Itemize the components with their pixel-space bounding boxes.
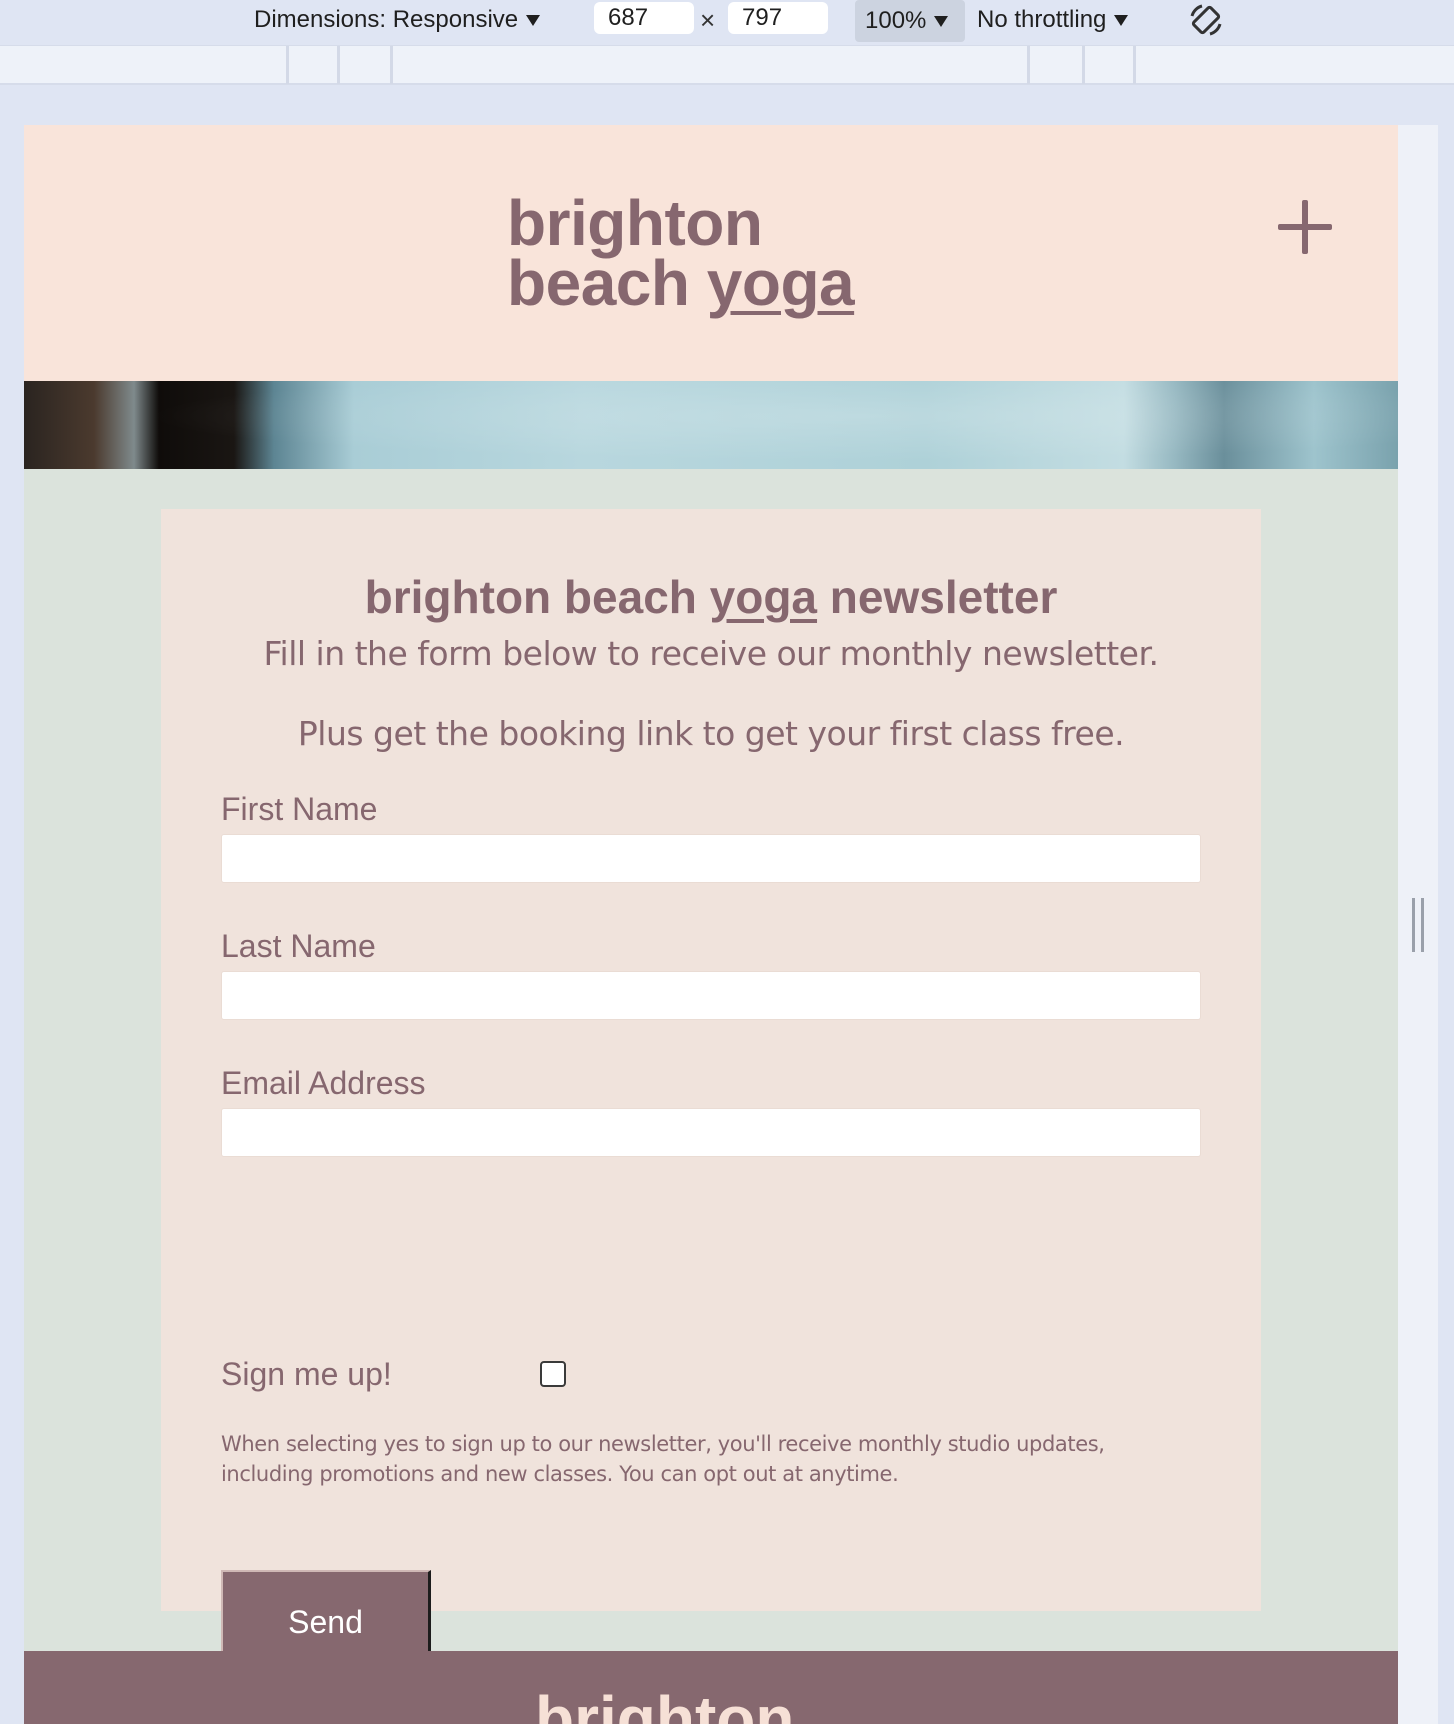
ruler-segment[interactable] (1082, 46, 1085, 84)
height-input[interactable]: 797 (728, 2, 828, 34)
ruler-segment[interactable] (1133, 46, 1136, 84)
rotate-icon[interactable] (1188, 2, 1224, 38)
plus-icon[interactable] (1278, 200, 1332, 254)
newsletter-card: brighton beach yoga newsletter Fill in t… (161, 509, 1261, 1675)
site-logo[interactable]: brighton beach yoga (507, 187, 855, 315)
site-footer: brighton (24, 1651, 1398, 1724)
ruler-segment[interactable] (337, 46, 340, 84)
hero-image (24, 381, 1398, 469)
email-label: Email Address (221, 1065, 426, 1101)
first-name-field[interactable] (221, 834, 1201, 883)
newsletter-subtitle: Fill in the form below to receive our mo… (263, 634, 1159, 673)
throttling-label: No throttling (977, 6, 1107, 33)
caret-down-icon (526, 14, 541, 26)
footer-logo[interactable]: brighton (535, 1687, 794, 1724)
ruler-segment[interactable] (286, 46, 289, 84)
page-viewport: brighton beach yoga brighton beach yoga … (24, 125, 1398, 1724)
logo-beach: beach (507, 247, 707, 319)
logo-line-1: brighton (507, 187, 763, 259)
resize-handle[interactable] (1412, 898, 1424, 952)
throttling-dropdown[interactable]: No throttling (977, 0, 1129, 40)
signup-label: Sign me up! (221, 1356, 392, 1392)
last-name-field[interactable] (221, 971, 1201, 1020)
zoom-label: 100% (865, 7, 927, 34)
first-name-label: First Name (221, 791, 378, 827)
dimensions-label: Dimensions: Responsive (254, 6, 519, 33)
zoom-dropdown[interactable]: 100% (855, 0, 965, 42)
caret-down-icon (934, 15, 949, 27)
dimensions-dropdown[interactable]: Dimensions: Responsive (254, 0, 541, 40)
title-part: newsletter (817, 571, 1058, 623)
title-part: brighton beach (364, 571, 710, 623)
logo-line-2: beach yoga (507, 251, 855, 315)
logo-yoga: yoga (706, 247, 855, 319)
media-query-ruler (0, 45, 1454, 85)
caret-down-icon (1114, 14, 1129, 26)
width-input[interactable]: 687 (594, 2, 694, 34)
times-icon: × (700, 5, 716, 35)
last-name-label: Last Name (221, 928, 376, 964)
devtools-toolbar: Dimensions: Responsive 687 × 797 100% No… (0, 0, 1454, 45)
title-part-yoga: yoga (709, 571, 818, 623)
email-field[interactable] (221, 1108, 1201, 1157)
signup-checkbox[interactable] (540, 1361, 566, 1387)
newsletter-title: brighton beach yoga newsletter (161, 571, 1261, 623)
fine-print: When selecting yes to sign up to our new… (221, 1432, 1105, 1486)
ruler-segment[interactable] (1027, 46, 1030, 84)
site-header: brighton beach yoga (24, 125, 1398, 381)
ruler-segment[interactable] (390, 46, 393, 84)
newsletter-subtitle-2: Plus get the booking link to get your fi… (297, 714, 1125, 753)
